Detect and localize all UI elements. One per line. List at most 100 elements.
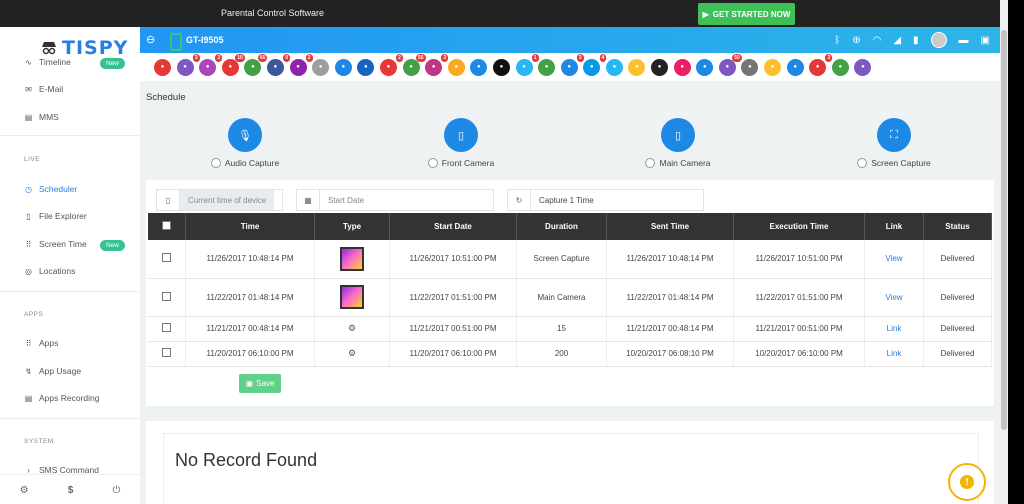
select-all-checkbox[interactable] (162, 221, 171, 230)
tiktok-icon[interactable]: ● (492, 58, 510, 76)
screen-capture-radio[interactable] (857, 158, 868, 168)
front-camera-icon[interactable]: ▯ (444, 118, 478, 152)
imo-icon[interactable]: ● 50 (718, 53, 742, 76)
gallery-icon[interactable]: ● 10 (221, 53, 245, 76)
start-date-input[interactable]: ▦ Start Date (296, 189, 494, 211)
gift-icon[interactable]: ▣ (981, 35, 990, 46)
line-icon[interactable]: ● (538, 58, 556, 76)
capture-audio[interactable]: 🎙 Audio Capture (185, 118, 305, 168)
envelope-icon: ✉ (25, 84, 32, 94)
telegram-icon[interactable]: ● 1 (515, 53, 539, 76)
view-link[interactable]: View (885, 254, 902, 263)
clock-icon: ◷ (25, 184, 32, 194)
main-camera-icon[interactable]: ▯ (661, 118, 695, 152)
sidebar-item-apps-recording[interactable]: ▤ Apps Recording (24, 393, 100, 403)
row-checkbox[interactable] (162, 348, 171, 357)
wifi-icon[interactable]: ◠ (873, 35, 882, 46)
capture-front-camera[interactable]: ▯ Front Camera (401, 118, 521, 168)
scrollbar-thumb[interactable] (1001, 30, 1007, 430)
sidebar-item-app-usage[interactable]: ↯ App Usage (24, 366, 81, 376)
microphone-icon[interactable]: 🎙 (228, 118, 262, 152)
audio-capture-radio[interactable] (210, 158, 221, 168)
row-checkbox[interactable] (162, 253, 171, 263)
spy-icon (42, 42, 56, 55)
calendar-icon: ▦ (297, 190, 320, 210)
col-duration: Duration (516, 213, 607, 240)
flag-icon[interactable]: ▬ (959, 35, 969, 46)
sidebar-item-scheduler[interactable]: ◷ Scheduler (24, 184, 77, 194)
capture-main-camera[interactable]: ▯ Main Camera (618, 118, 738, 168)
signal-icon[interactable]: ● (696, 58, 714, 76)
download-icon[interactable]: ● (831, 58, 849, 76)
files-icon[interactable]: ● (764, 58, 782, 76)
link-link[interactable]: Link (887, 324, 902, 333)
sidebar-item-file-explorer[interactable]: ▯ File Explorer (24, 211, 86, 221)
skype-icon[interactable]: ● 4 (583, 53, 607, 76)
whatsapp-icon[interactable]: ● 66 (244, 53, 268, 76)
power-icon[interactable]: ⏻ (112, 485, 120, 496)
sidebar-item-screen-time[interactable]: ⠿ Screen Time (24, 239, 87, 249)
table-row: 11/26/2017 10:48:14 PM 11/26/2017 10:51:… (148, 240, 992, 279)
screen-capture-icon[interactable]: ⛶ (877, 118, 911, 152)
clipboard-icon[interactable]: ● (312, 58, 330, 76)
hike-icon[interactable]: ● (741, 58, 759, 76)
bluetooth-icon[interactable]: ᛒ (834, 35, 840, 46)
sidebar-item-apps[interactable]: ⠿ Apps (24, 338, 59, 348)
save-button[interactable]: ▣ Save (239, 374, 281, 393)
screenshot-thumbnail[interactable] (340, 246, 364, 271)
avatar[interactable] (930, 32, 947, 48)
get-started-button[interactable]: ▶ GET STARTED NOW (698, 3, 795, 25)
snapchat-icon[interactable]: ● (447, 58, 465, 76)
link-link[interactable]: Link (887, 349, 902, 358)
screen-icon[interactable]: ● (334, 58, 352, 76)
row-checkbox[interactable] (162, 323, 171, 332)
signal-icon[interactable]: ◢ (893, 35, 901, 46)
video-icon[interactable]: ● (673, 58, 691, 76)
dollar-icon[interactable]: $ (68, 485, 74, 496)
section-live: LIVE (24, 156, 41, 163)
table-row: 11/22/2017 01:48:14 PM 11/22/2017 01:51:… (148, 278, 992, 317)
count-badge: 2 (305, 53, 313, 62)
web-icon[interactable]: ● 3 (809, 53, 833, 76)
message-icon[interactable]: ● 3 (199, 53, 223, 76)
messenger-icon[interactable]: ● 3 (560, 53, 584, 76)
facebook-icon[interactable]: ● 9 (266, 53, 290, 76)
section-system: SYSTEM (24, 438, 54, 445)
view-link[interactable]: View (885, 293, 902, 302)
col-type: Type (314, 213, 390, 240)
viber-icon[interactable]: ● 2 (289, 53, 313, 76)
sidebar-item-mms[interactable]: ▤ MMS (24, 112, 59, 122)
scrollbar[interactable] (1000, 0, 1008, 504)
gps-icon[interactable]: ⊕ (852, 35, 860, 46)
browser-icon[interactable]: ● (357, 58, 375, 76)
front-camera-radio[interactable] (427, 158, 438, 168)
sidebar-item-email[interactable]: ✉ E-Mail (24, 84, 63, 94)
logo-text: TISPY (62, 37, 129, 59)
count-badge: 55 (415, 53, 426, 62)
battery-icon[interactable]: ▮ (913, 35, 919, 46)
device-time-field[interactable]: ▯ Current time of device (156, 189, 283, 211)
settings-gear-icon[interactable]: ⚙ (20, 485, 29, 496)
capture-screen[interactable]: ⛶ Screen Capture (834, 118, 954, 168)
sidebar-item-locations[interactable]: ◎ Locations (24, 266, 75, 276)
bip-icon[interactable]: ● (605, 58, 623, 76)
row-checkbox[interactable] (162, 291, 171, 301)
capture-count-select[interactable]: ↻ Capture 1 Time (507, 189, 704, 211)
kik-icon[interactable]: ● (651, 58, 669, 76)
sidebar-item-timeline[interactable]: ∿ Timeline (24, 57, 71, 67)
back-arrow-icon[interactable]: ⊖ (146, 33, 155, 46)
logo[interactable]: TISPY (40, 37, 128, 59)
instagram-icon[interactable]: ● 3 (425, 53, 449, 76)
phone-icon[interactable]: ● 3 (176, 53, 200, 76)
location-pin-icon[interactable]: ● (854, 58, 872, 76)
device-icon[interactable]: ● (786, 58, 804, 76)
flickr-icon[interactable]: ● (470, 58, 488, 76)
tinder-icon[interactable]: ● 2 (379, 53, 403, 76)
hangouts-icon[interactable]: ● (628, 58, 646, 76)
screenshot-thumbnail[interactable] (340, 285, 364, 309)
main-camera-radio[interactable] (645, 158, 656, 168)
camera-icon[interactable]: ● (154, 58, 171, 76)
alert-button[interactable]: ! (948, 463, 986, 501)
wechat-icon[interactable]: ● 55 (402, 53, 426, 76)
col-sent-time: Sent Time (606, 213, 734, 240)
